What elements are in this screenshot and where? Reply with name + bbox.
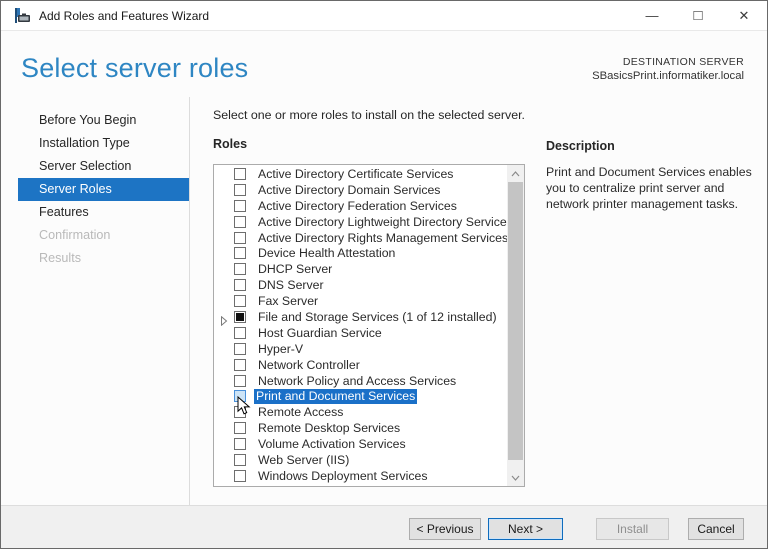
role-row-network-policy-and-access-services[interactable]: Network Policy and Access Services [214,374,506,390]
sidebar-nav: Before You Begin Installation Type Server … [1,109,189,270]
minimize-button[interactable]: — [629,1,675,30]
cancel-button[interactable]: Cancel [688,518,744,540]
mouse-cursor-icon [237,396,251,415]
checkbox[interactable] [234,279,246,292]
role-label[interactable]: Hyper-V [256,342,305,357]
role-row-web-server-iis[interactable]: Web Server (IIS) [214,453,506,469]
description-text: Print and Document Services enables you … [546,165,752,211]
role-row-active-directory-certificate-services[interactable]: Active Directory Certificate Services [214,167,506,183]
scroll-down-icon[interactable] [507,469,524,486]
maximize-button[interactable]: □ [675,1,721,30]
roles-listbox[interactable]: Active Directory Certificate Services Act… [213,164,525,487]
role-row-volume-activation-services[interactable]: Volume Activation Services [214,437,506,453]
role-label[interactable]: Device Health Attestation [256,246,397,261]
role-row-remote-desktop-services[interactable]: Remote Desktop Services [214,421,506,437]
role-row-dhcp-server[interactable]: DHCP Server [214,262,506,278]
install-button: Install [596,518,669,540]
scrollbar-thumb[interactable] [508,182,523,460]
role-row-remote-access[interactable]: Remote Access [214,405,506,421]
description-title: Description [546,139,615,153]
role-label[interactable]: Active Directory Certificate Services [256,167,455,182]
role-row-active-directory-federation-services[interactable]: Active Directory Federation Services [214,199,506,215]
checkbox[interactable] [234,231,246,244]
checkbox[interactable] [234,295,246,308]
checkbox[interactable] [234,311,246,324]
role-row-print-and-document-services[interactable]: Print and Document Services [214,389,506,405]
role-label[interactable]: DHCP Server [256,262,334,277]
sidebar-item-installation-type[interactable]: Installation Type [18,132,189,155]
server-manager-icon [15,8,30,23]
close-button[interactable]: ✕ [721,1,767,30]
sidebar-item-server-roles[interactable]: Server Roles [18,178,189,201]
wizard-window: Add Roles and Features Wizard — □ ✕ Select… [0,0,768,549]
checkbox-partial-fill [236,313,244,322]
checkbox[interactable] [234,247,246,260]
checkbox[interactable] [234,263,246,276]
role-row-windows-deployment-services[interactable]: Windows Deployment Services [214,469,506,485]
role-row-network-controller[interactable]: Network Controller [214,358,506,374]
destination-server-label: DESTINATION SERVER [622,56,744,68]
role-row-dns-server[interactable]: DNS Server [214,278,506,294]
sidebar-item-confirmation: Confirmation [39,228,111,242]
role-label[interactable]: Active Directory Lightweight Directory S… [256,215,515,230]
scroll-up-icon[interactable] [507,165,524,182]
checkbox[interactable] [234,215,246,228]
window-controls: — □ ✕ [629,1,767,30]
destination-server-block: DESTINATION SERVER SBasicsPrint.informat… [592,56,744,82]
role-label[interactable]: Remote Desktop Services [256,421,402,436]
next-button[interactable]: Next > [488,518,563,540]
role-label[interactable]: File and Storage Services (1 of 12 insta… [256,310,499,325]
role-label[interactable]: Network Policy and Access Services [256,374,458,389]
role-label[interactable]: Network Controller [256,358,362,373]
role-label[interactable]: Host Guardian Service [256,326,384,341]
roles-label: Roles [213,137,248,151]
role-row-hyper-v[interactable]: Hyper-V [214,342,506,358]
checkbox[interactable] [234,374,246,387]
role-label[interactable]: Web Server (IIS) [256,453,351,468]
role-row-active-directory-rights-management-services[interactable]: Active Directory Rights Management Servi… [214,231,508,247]
role-label[interactable]: Fax Server [256,294,320,309]
checkbox[interactable] [234,342,246,355]
checkbox[interactable] [234,326,246,339]
window-title: Add Roles and Features Wizard [39,8,210,23]
destination-server-name: SBasicsPrint.informatiker.local [592,70,744,82]
checkbox[interactable] [234,199,246,212]
checkbox[interactable] [234,469,246,482]
checkbox[interactable] [234,168,246,180]
checkbox[interactable] [234,358,246,371]
role-label[interactable]: Active Directory Federation Services [256,199,459,214]
sidebar-item-features[interactable]: Features [18,201,189,224]
title-bar: Add Roles and Features Wizard — □ ✕ [1,1,767,31]
checkbox[interactable] [234,454,246,467]
page-title: Select server roles [21,53,249,83]
role-label[interactable]: Active Directory Domain Services [256,183,442,198]
role-row-active-directory-lightweight-directory-services[interactable]: Active Directory Lightweight Directory S… [214,215,513,231]
previous-button[interactable]: < Previous [409,518,481,540]
role-label[interactable]: Windows Deployment Services [256,469,430,484]
role-row-device-health-attestation[interactable]: Device Health Attestation [214,246,506,262]
role-label[interactable]: Volume Activation Services [256,437,408,452]
role-row-host-guardian-service[interactable]: Host Guardian Service [214,326,506,342]
sidebar-item-results: Results [39,251,81,265]
role-row-fax-server[interactable]: Fax Server [214,294,506,310]
roles-list: Active Directory Certificate Services Act… [214,167,513,485]
footer-bar: < Previous Next > Install Cancel [1,505,767,548]
role-row-file-and-storage-services-1-of-12-installed[interactable]: File and Storage Services (1 of 12 insta… [214,310,506,327]
role-label[interactable]: Active Directory Rights Management Servi… [256,231,510,246]
role-label[interactable]: Print and Document Services [254,389,418,405]
checkbox[interactable] [234,183,246,196]
instruction-text: Select one or more roles to install on t… [213,108,525,122]
checkbox[interactable] [234,438,246,451]
checkbox[interactable] [234,422,246,435]
sidebar-item-before-you-begin[interactable]: Before You Begin [18,109,189,132]
role-label[interactable]: DNS Server [256,278,326,293]
sidebar-divider [189,97,190,506]
expander-icon[interactable] [220,313,228,327]
role-row-active-directory-domain-services[interactable]: Active Directory Domain Services [214,183,506,199]
role-label[interactable]: Remote Access [256,405,345,420]
roles-scrollbar[interactable] [507,165,524,486]
sidebar-item-server-selection[interactable]: Server Selection [18,155,189,178]
